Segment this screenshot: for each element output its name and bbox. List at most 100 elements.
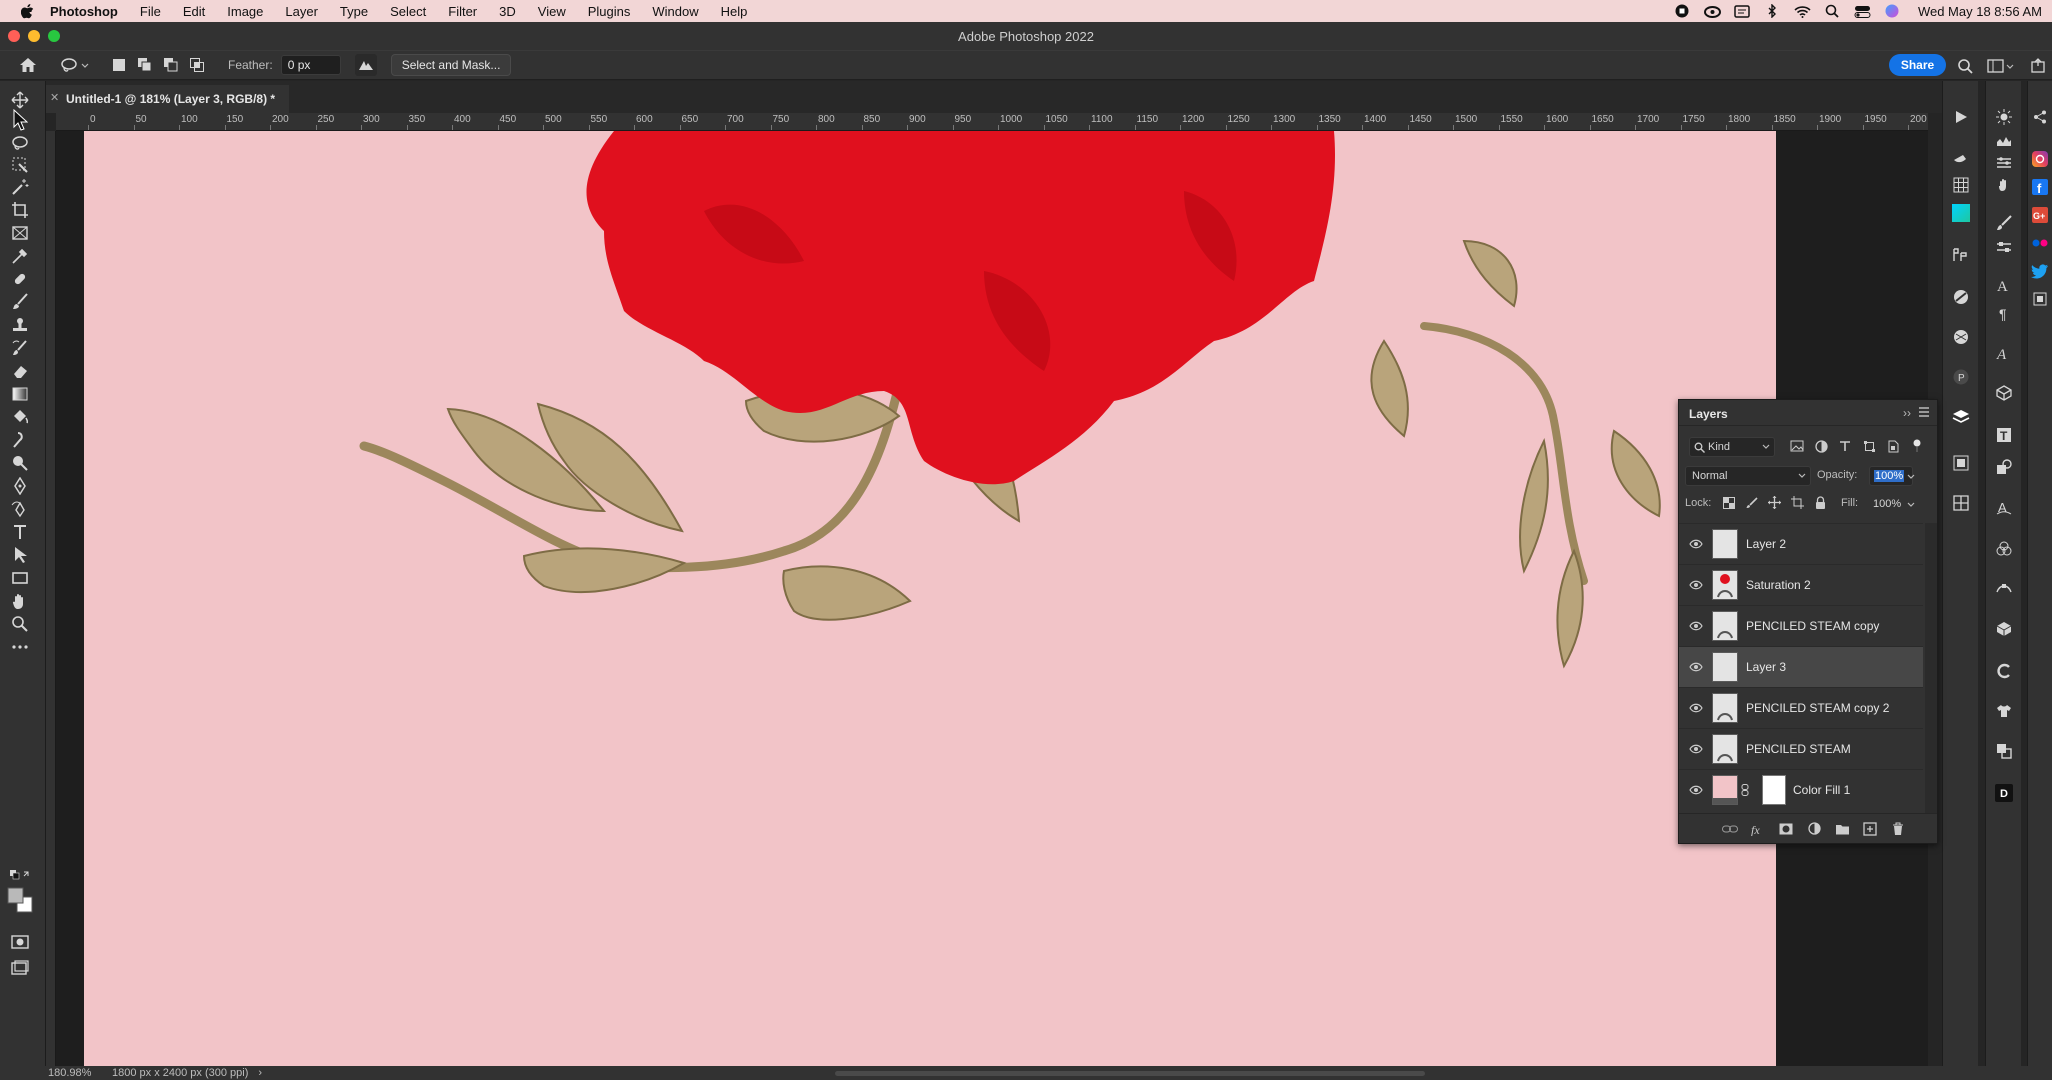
filter-toggle-icon[interactable] (1909, 438, 1925, 454)
properties-icon[interactable] (1992, 151, 2016, 175)
screen-mode-icon[interactable] (7, 957, 33, 979)
zoom-level[interactable]: 180.98% (48, 1067, 108, 1079)
smudge-tool-icon[interactable] (7, 429, 33, 451)
menu-select[interactable]: Select (379, 4, 437, 19)
layer-name[interactable]: Layer 3 (1746, 660, 1786, 674)
styles-icon[interactable] (1949, 285, 1973, 309)
object-selection-tool-icon[interactable] (7, 154, 33, 176)
history-brush-tool-icon[interactable] (7, 337, 33, 359)
glyphs-hand-icon[interactable] (1992, 173, 2016, 197)
visibility-eye-icon[interactable] (1689, 620, 1703, 632)
glyphs-icon[interactable]: A (1992, 341, 2016, 365)
swatches-icon[interactable] (1949, 173, 1973, 197)
add-to-selection-icon[interactable] (137, 57, 153, 73)
foreground-background-colors[interactable] (7, 887, 33, 913)
lock-position-icon[interactable] (1767, 495, 1782, 510)
clone-source-icon[interactable] (1992, 739, 2016, 763)
layer-thumbnail[interactable] (1712, 775, 1738, 805)
character-icon[interactable]: A (1992, 273, 2016, 297)
layer-name[interactable]: Saturation 2 (1746, 578, 1811, 592)
menu-window[interactable]: Window (641, 4, 709, 19)
hand-tool-icon[interactable] (7, 590, 33, 612)
brush-settings-icon[interactable] (1992, 211, 2016, 235)
select-and-mask-button[interactable]: Select and Mask... (390, 54, 512, 76)
layer-thumbnail[interactable] (1712, 734, 1738, 764)
mask-link-icon[interactable] (1741, 784, 1749, 796)
close-document-icon[interactable]: ✕ (50, 92, 62, 104)
menu-photoshop[interactable]: Photoshop (38, 4, 129, 19)
layer-name[interactable]: PENCILED STEAM copy (1746, 619, 1879, 633)
collapse-panel-icon[interactable]: ›› (1903, 406, 1911, 420)
quick-mask-icon[interactable] (7, 931, 33, 953)
document-canvas[interactable] (84, 131, 1776, 1066)
text-warp-icon[interactable]: A (1992, 495, 2016, 519)
intersect-selection-icon[interactable] (189, 57, 205, 73)
layer-thumbnail[interactable] (1712, 529, 1738, 559)
new-layer-icon[interactable] (1861, 820, 1879, 838)
link-layers-icon[interactable] (1721, 820, 1739, 838)
layer-row-layer-2[interactable]: Layer 2 (1679, 523, 1923, 564)
horizontal-ruler[interactable]: 0 50 100 150 200 250 300 350 400 450 500 550 600 650 7… (56, 113, 1928, 131)
plugin-panel-icon[interactable] (2029, 287, 2051, 311)
layer-thumbnail[interactable] (1712, 652, 1738, 682)
magic-wand-tool-icon[interactable] (7, 176, 33, 198)
menu-layer[interactable]: Layer (274, 4, 329, 19)
path-selection-tool-icon[interactable] (7, 544, 33, 566)
record-icon[interactable] (1674, 4, 1691, 18)
visibility-eye-icon[interactable] (1689, 702, 1703, 714)
arrange-documents-icon[interactable] (2028, 56, 2048, 76)
menu-image[interactable]: Image (216, 4, 274, 19)
type-panel-icon[interactable]: T (1992, 423, 2016, 447)
blend-mode-select[interactable]: Normal (1685, 466, 1811, 486)
minimize-window-button[interactable] (28, 30, 40, 42)
adjustment-layer-filter-icon[interactable] (1813, 438, 1829, 454)
menubar-clock[interactable]: Wed May 18 8:56 AM (1918, 4, 2042, 19)
patterns-icon[interactable] (1949, 325, 1973, 349)
opacity-dropdown-icon[interactable] (1907, 474, 1915, 480)
paths-icon[interactable] (1949, 491, 1973, 515)
layer-row-color-fill-1[interactable]: Color Fill 1 (1679, 769, 1923, 810)
panel-menu-icon[interactable] (1917, 406, 1931, 418)
lock-transparent-pixels-icon[interactable] (1721, 495, 1736, 510)
paint-bucket-tool-icon[interactable] (7, 406, 33, 428)
layer-thumbnail[interactable] (1712, 693, 1738, 723)
healing-brush-tool-icon[interactable] (7, 268, 33, 290)
visibility-eye-icon[interactable] (1689, 579, 1703, 591)
add-mask-icon[interactable] (1777, 820, 1795, 838)
layer-mask-thumbnail[interactable] (1762, 775, 1786, 805)
layer-name[interactable]: Layer 2 (1746, 537, 1786, 551)
curvature-pen-tool-icon[interactable] (7, 498, 33, 520)
layer-name[interactable]: Color Fill 1 (1793, 783, 1850, 797)
lock-artboard-icon[interactable] (1790, 495, 1805, 510)
menu-help[interactable]: Help (710, 4, 759, 19)
paragraph-icon[interactable]: ¶ (1992, 301, 2016, 325)
twitter-icon[interactable] (2029, 259, 2051, 283)
levels-icon[interactable] (1992, 129, 2016, 153)
default-colors-icon[interactable] (7, 868, 33, 882)
spotlight-search-icon[interactable] (1824, 4, 1841, 18)
visibility-eye-icon[interactable] (1689, 538, 1703, 550)
lasso-tool-icon[interactable] (7, 132, 33, 154)
workspace-switcher-icon[interactable] (1986, 56, 2016, 76)
apple-icon[interactable] (16, 0, 38, 22)
canvas-area[interactable] (56, 131, 1928, 1066)
status-info-arrow[interactable]: › (258, 1067, 262, 1079)
eyedropper-tool-icon[interactable] (7, 245, 33, 267)
layers-scrollbar[interactable] (1925, 523, 1937, 813)
layer-style-fx-icon[interactable]: fx (1749, 820, 1767, 838)
more-tools-icon[interactable] (7, 636, 33, 658)
document-tab[interactable]: ✕ Untitled-1 @ 181% (Layer 3, RGB/8) * (46, 85, 290, 113)
facebook-icon[interactable]: f (2029, 175, 2051, 199)
close-window-button[interactable] (8, 30, 20, 42)
type-tool-icon[interactable] (7, 521, 33, 543)
layers-panel-title[interactable]: Layers (1689, 407, 1728, 421)
path-anchor-icon[interactable] (1992, 577, 2016, 601)
instagram-icon[interactable] (2029, 147, 2051, 171)
google-plus-icon[interactable]: G+ (2029, 203, 2051, 227)
refresh-c-icon[interactable] (1992, 659, 2016, 683)
wifi-icon[interactable] (1794, 4, 1811, 18)
subtract-from-selection-icon[interactable] (163, 57, 179, 73)
layer-thumbnail[interactable] (1712, 570, 1738, 600)
color-wheel-icon[interactable] (1992, 537, 2016, 561)
shapes-icon[interactable] (1992, 455, 2016, 479)
